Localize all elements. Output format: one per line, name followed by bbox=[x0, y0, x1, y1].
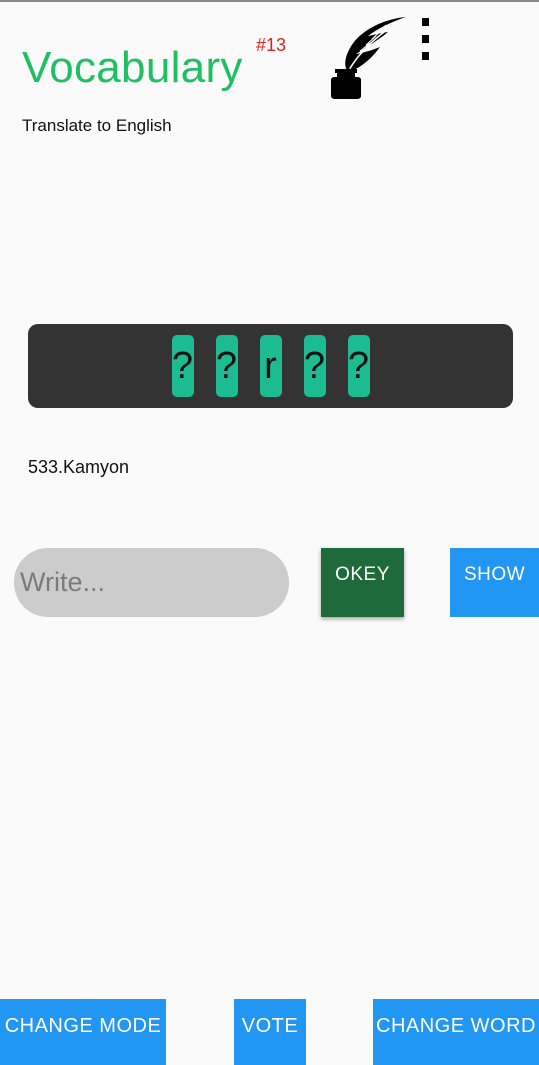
source-word: 533.Kamyon bbox=[28, 457, 130, 477]
letter-tile: ? bbox=[215, 335, 238, 397]
quill-inkwell-icon bbox=[331, 17, 406, 99]
letter-tile: r bbox=[259, 335, 282, 397]
masked-word-panel: ? ? r ? ? bbox=[28, 324, 513, 408]
level-badge: #13 bbox=[256, 35, 287, 55]
okey-button[interactable]: OKEY bbox=[321, 548, 404, 617]
status-divider bbox=[0, 0, 539, 2]
show-button[interactable]: SHOW bbox=[450, 548, 539, 617]
overflow-menu-icon[interactable] bbox=[414, 14, 438, 64]
vote-button[interactable]: VOTE bbox=[234, 999, 306, 1065]
change-mode-button[interactable]: CHANGE MODE bbox=[0, 999, 166, 1065]
letter-tile: ? bbox=[303, 335, 326, 397]
letter-tile: ? bbox=[171, 335, 194, 397]
letter-tile: ? bbox=[347, 335, 370, 397]
app-title: Vocabulary bbox=[22, 43, 243, 92]
change-word-button[interactable]: CHANGE WORD bbox=[373, 999, 539, 1065]
answer-input[interactable] bbox=[14, 548, 289, 617]
instruction-text: Translate to English bbox=[22, 116, 172, 135]
